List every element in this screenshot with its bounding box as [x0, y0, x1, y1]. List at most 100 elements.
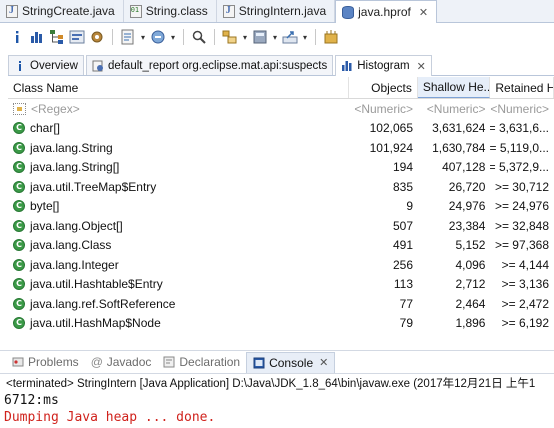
objects-cell: 102,065 — [369, 121, 413, 136]
run-report-button[interactable] — [119, 28, 137, 46]
objects-cell: 194 — [392, 160, 413, 175]
table-row[interactable]: Cbyte[] 9 24,976 >= 24,976 — [8, 197, 554, 217]
table-row[interactable]: Cjava.lang.String[] 194 407,128 >= 5,372,9.… — [8, 158, 554, 178]
retained-heap-cell: >= 3,631,6... — [490, 121, 550, 136]
table-row[interactable]: Cjava.lang.ref.SoftReference 77 2,464 >= 2,… — [8, 294, 554, 314]
histogram-button[interactable] — [28, 28, 46, 46]
query-browser-button[interactable] — [149, 28, 167, 46]
table-row[interactable]: Cchar[] 102,065 3,631,624 >= 3,631,6... — [8, 119, 554, 139]
search-button[interactable] — [190, 28, 208, 46]
tab-declaration[interactable]: Declaration — [157, 352, 246, 373]
class-name-cell: Cjava.lang.Integer — [8, 255, 349, 275]
class-name: java.util.HashMap$Node — [30, 316, 161, 331]
table-row[interactable]: Cjava.lang.String 101,924 1,630,784 >= 5,11… — [8, 138, 554, 158]
objects-cell: 79 — [399, 316, 413, 331]
tab-overview[interactable]: Overview — [8, 55, 84, 75]
info-icon — [16, 31, 19, 43]
class-filter-cell[interactable]: <Regex> — [8, 99, 349, 119]
chevron-down-icon[interactable]: ▾ — [169, 33, 177, 42]
table-row[interactable]: Cjava.lang.Integer 256 4,096 >= 4,144 — [8, 255, 554, 275]
table-row[interactable]: Cjava.util.Hashtable$Entry 113 2,712 >= 3,1… — [8, 275, 554, 295]
tab-console[interactable]: Console ✕ — [246, 351, 336, 373]
tab-problems[interactable]: Problems — [6, 352, 85, 373]
retained-heap-cell: >= 32,848 — [494, 218, 550, 233]
chevron-down-icon[interactable]: ▾ — [241, 33, 249, 42]
class-name-cell: Cjava.util.TreeMap$Entry — [8, 177, 349, 197]
info-button[interactable] — [8, 28, 26, 46]
table-row[interactable]: Cjava.util.TreeMap$Entry 835 26,720 >= 30,7… — [8, 177, 554, 197]
editor-tab-stringintern[interactable]: StringIntern.java — [217, 0, 336, 22]
export-button[interactable] — [281, 28, 299, 46]
class-name-cell: Cjava.lang.String[] — [8, 158, 349, 178]
class-name: java.lang.String — [30, 140, 113, 155]
java-file-icon — [6, 4, 18, 18]
class-name: java.lang.Class — [30, 238, 112, 253]
retained-heap-cell: >= 5,372,9... — [490, 160, 550, 175]
tab-default-report[interactable]: default_report org.eclipse.mat.api:suspe… — [85, 55, 334, 75]
shallow-filter-input[interactable]: <Numeric> — [418, 99, 490, 119]
class-icon: C — [13, 200, 25, 213]
objects-cell: 77 — [399, 296, 413, 311]
class-name: java.util.Hashtable$Entry — [30, 277, 163, 292]
retained-heap-cell: >= 30,712 — [494, 179, 550, 194]
column-header-retained-heap[interactable]: Retained H... — [490, 77, 554, 98]
gear-icon — [91, 31, 103, 43]
heap-dump-icon — [342, 5, 355, 19]
shallow-heap-cell: 4,096 — [455, 257, 486, 272]
table-row[interactable]: Cjava.lang.Object[] 507 23,384 >= 32,848 — [8, 216, 554, 236]
column-header-shallow-heap[interactable]: Shallow He... — [417, 77, 491, 98]
calculate-retained-button[interactable] — [251, 28, 269, 46]
table-body: Cchar[] 102,065 3,631,624 >= 3,631,6... Cjav… — [8, 119, 554, 334]
histogram-icon — [342, 61, 352, 71]
table-row[interactable]: Cjava.lang.Class 491 5,152 >= 97,368 — [8, 236, 554, 256]
info-icon — [19, 60, 21, 71]
objects-cell: 101,924 — [369, 140, 413, 155]
close-icon[interactable]: ✕ — [319, 356, 328, 369]
tab-histogram-label: Histogram — [357, 60, 410, 72]
editor-tab-label: StringIntern.java — [238, 4, 327, 18]
tab-javadoc[interactable]: @ Javadoc — [85, 352, 158, 373]
group-icon — [222, 30, 237, 44]
shallow-heap-cell: 2,712 — [455, 277, 486, 292]
chevron-down-icon[interactable]: ▾ — [301, 33, 309, 42]
javadoc-icon: @ — [90, 355, 103, 369]
find-leaks-button[interactable] — [322, 28, 340, 46]
chevron-down-icon[interactable]: ▾ — [139, 33, 147, 42]
dominator-tree-button[interactable] — [48, 28, 66, 46]
editor-tab-java-hprof[interactable]: java.hprof ✕ — [335, 0, 438, 23]
console-status-line: <terminated> StringIntern [Java Applicat… — [0, 373, 554, 392]
class-name-cell: Cjava.lang.String — [8, 138, 349, 158]
class-icon: C — [13, 141, 25, 154]
column-header-objects[interactable]: Objects — [349, 77, 418, 98]
oql-button[interactable] — [68, 28, 86, 46]
editor-tab-strip: StringCreate.java String.class StringInt… — [0, 0, 554, 23]
group-by-button[interactable] — [221, 28, 239, 46]
class-icon: C — [13, 278, 25, 291]
tab-overview-label: Overview — [30, 59, 78, 72]
shallow-heap-cell: 2,464 — [455, 296, 486, 311]
chevron-down-icon[interactable]: ▾ — [271, 33, 279, 42]
editor-tab-label: String.class — [145, 4, 208, 18]
problems-icon — [12, 357, 24, 367]
java-file-icon — [222, 4, 235, 18]
table-row[interactable]: Cjava.util.HashMap$Node 79 1,896 >= 6,192 — [8, 314, 554, 334]
class-filter-input[interactable]: <Regex> — [31, 102, 80, 116]
retained-filter-input[interactable]: <Numeric> — [490, 99, 554, 119]
histogram-table: Class Name Objects Shallow He... Retaine… — [8, 77, 554, 333]
editor-tab-label: java.hprof — [358, 5, 411, 19]
tab-histogram[interactable]: Histogram ✕ — [335, 55, 432, 76]
editor-tab-stringcreate[interactable]: StringCreate.java — [0, 0, 124, 22]
close-icon[interactable]: ✕ — [419, 6, 428, 19]
console-output: 6712:ms Dumping Java heap ... done. — [0, 392, 554, 428]
tab-javadoc-label: Javadoc — [106, 355, 152, 369]
result-tab-strip: Overview default_report org.eclipse.mat.… — [8, 55, 554, 76]
objects-filter-input[interactable]: <Numeric> — [349, 99, 418, 119]
close-icon[interactable]: ✕ — [417, 60, 426, 73]
column-header-class-name[interactable]: Class Name — [8, 77, 349, 98]
thread-overview-button[interactable] — [88, 28, 106, 46]
search-icon — [192, 30, 206, 44]
heap-toolbar: ▾ ▾ ▾ ▾ ▾ — [0, 24, 554, 50]
retained-heap-cell: >= 6,192 — [501, 316, 550, 331]
tab-default-report-label: default_report org.eclipse.mat.api:suspe… — [107, 59, 328, 72]
editor-tab-string-class[interactable]: String.class — [124, 0, 217, 22]
